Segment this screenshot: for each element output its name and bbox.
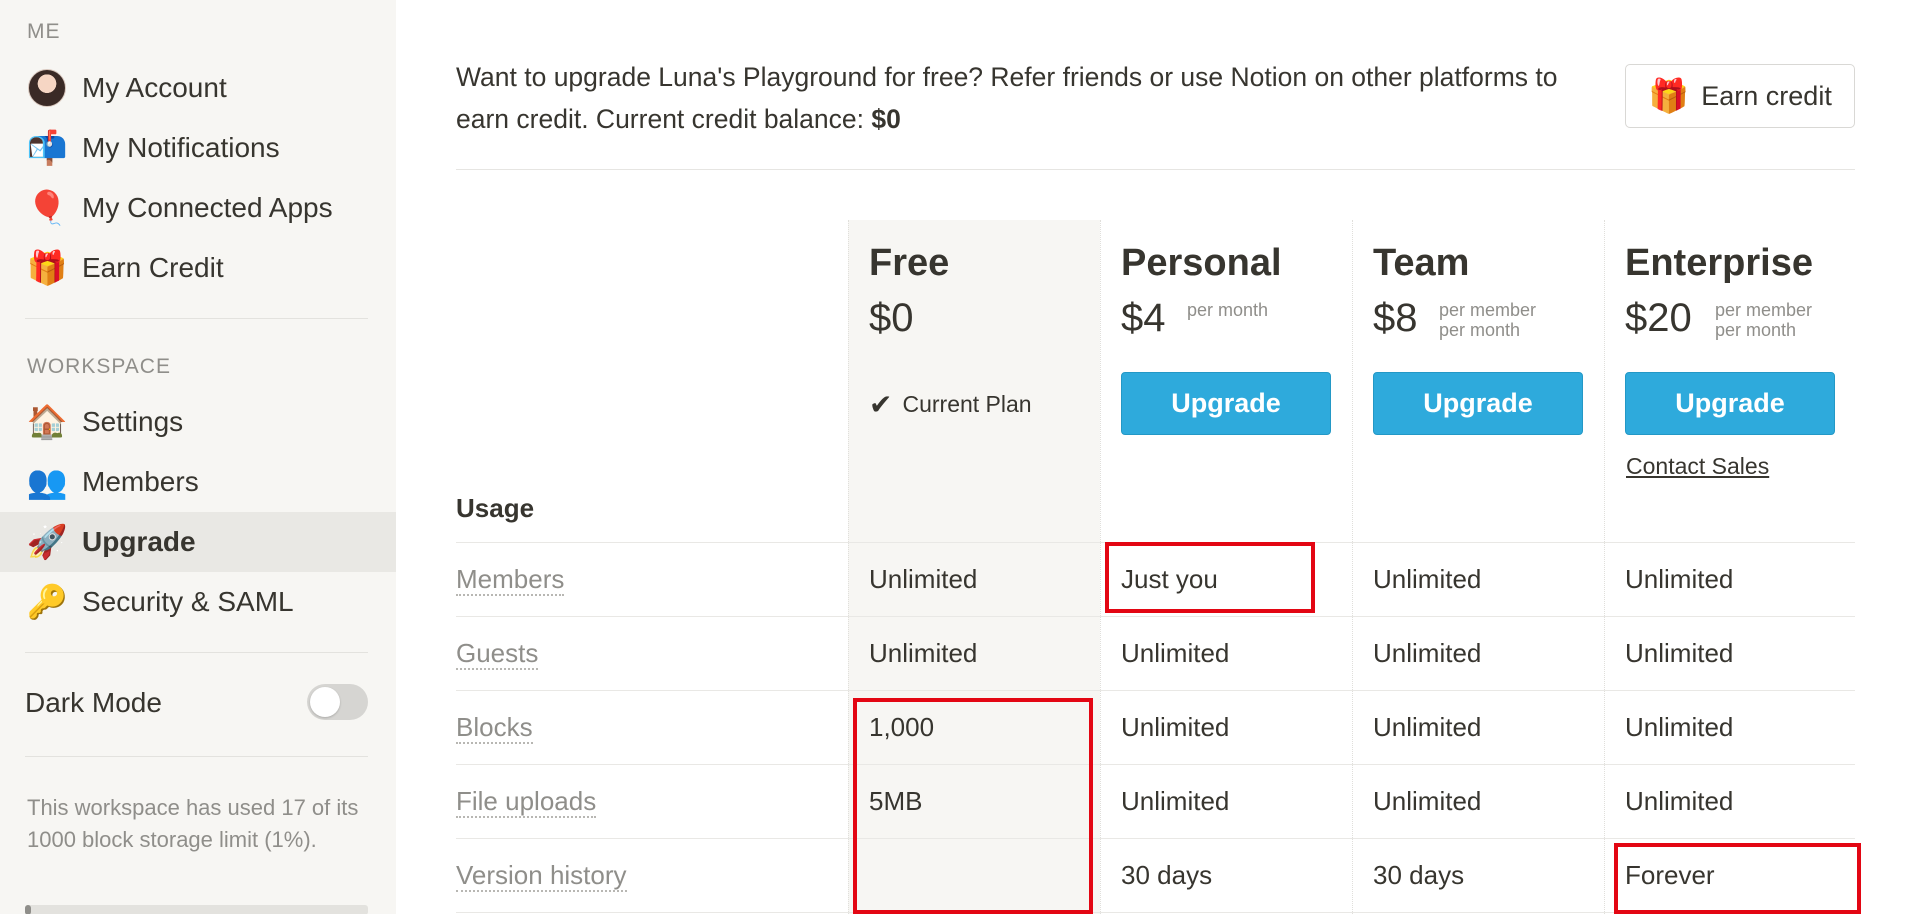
plan-period-line: per month <box>1715 320 1797 340</box>
sidebar: ME My Account 📬 My Notifications 🎈 My Co… <box>0 0 396 914</box>
current-plan-indicator: ✔ Current Plan <box>869 388 1032 421</box>
sidebar-item-security-saml[interactable]: 🔑 Security & SAML <box>0 572 396 632</box>
key-icon: 🔑 <box>26 582 68 621</box>
sidebar-item-my-account[interactable]: My Account <box>0 58 396 118</box>
plan-price-enterprise: $20 <box>1625 296 1692 340</box>
plan-period-enterprise: per member per month <box>1715 300 1812 340</box>
gift-icon: 🎁 <box>26 248 68 287</box>
checkmark-icon: ✔ <box>869 388 893 421</box>
sidebar-divider <box>25 652 368 653</box>
dark-mode-label: Dark Mode <box>25 687 162 718</box>
table-cell: Unlimited <box>869 638 978 668</box>
table-cell: Unlimited <box>1625 786 1734 816</box>
people-icon: 👥 <box>26 462 68 501</box>
sidebar-item-earn-credit[interactable]: 🎁 Earn Credit <box>0 238 396 298</box>
feature-version-history[interactable]: Version history <box>456 860 627 892</box>
sidebar-item-label: My Connected Apps <box>82 192 333 223</box>
plan-name-free: Free <box>869 242 950 284</box>
table-cell: Unlimited <box>1373 712 1482 742</box>
table-cell: Unlimited <box>1625 638 1734 668</box>
upgrade-enterprise-button[interactable]: Upgrade <box>1625 372 1835 435</box>
plan-price-team: $8 <box>1373 296 1418 340</box>
feature-blocks[interactable]: Blocks <box>456 712 533 744</box>
earn-credit-label: Earn credit <box>1701 80 1832 111</box>
mailbox-icon: 📬 <box>26 128 68 167</box>
section-label-me: ME <box>27 20 61 43</box>
section-label-workspace: WORKSPACE <box>27 355 171 378</box>
sidebar-item-my-notifications[interactable]: 📬 My Notifications <box>0 118 396 178</box>
sidebar-item-label: Upgrade <box>82 526 196 557</box>
sidebar-item-label: My Notifications <box>82 132 280 163</box>
contact-sales-link[interactable]: Contact Sales <box>1626 453 1769 480</box>
plan-period-line: per month <box>1439 320 1521 340</box>
table-cell: Unlimited <box>1121 638 1230 668</box>
plan-name-enterprise: Enterprise <box>1625 242 1813 284</box>
credit-balance: $0 <box>871 104 901 134</box>
upgrade-team-button[interactable]: Upgrade <box>1373 372 1583 435</box>
gift-icon: 🎁 <box>1648 76 1690 115</box>
plan-price-free: $0 <box>869 296 914 340</box>
dark-mode-toggle[interactable] <box>307 684 368 720</box>
earn-credit-button[interactable]: 🎁 Earn credit <box>1625 64 1855 128</box>
plan-period-line: per month <box>1187 300 1269 320</box>
column-divider <box>1352 220 1353 914</box>
plan-period-line: per member <box>1715 300 1813 320</box>
table-cell: Unlimited <box>1625 712 1734 742</box>
sidebar-item-my-connected-apps[interactable]: 🎈 My Connected Apps <box>0 178 396 238</box>
sidebar-divider <box>25 756 368 757</box>
row-divider <box>456 764 1855 765</box>
sidebar-item-upgrade[interactable]: 🚀 Upgrade <box>0 512 396 572</box>
feature-members[interactable]: Members <box>456 564 565 596</box>
table-cell: 30 days <box>1121 860 1213 890</box>
highlight-box-free-limits <box>853 698 1093 914</box>
plan-name-personal: Personal <box>1121 242 1282 284</box>
row-divider <box>456 838 1855 839</box>
table-cell: Unlimited <box>1121 786 1230 816</box>
highlight-box-forever <box>1614 843 1861 914</box>
avatar <box>25 69 69 107</box>
block-usage-bar-fill <box>25 905 31 914</box>
column-divider <box>1604 220 1605 914</box>
sidebar-divider <box>25 318 368 319</box>
feature-file-uploads[interactable]: File uploads <box>456 786 597 818</box>
table-cell: Unlimited <box>1373 564 1482 594</box>
current-plan-label: Current Plan <box>902 391 1032 417</box>
row-divider <box>456 690 1855 691</box>
upgrade-personal-button[interactable]: Upgrade <box>1121 372 1331 435</box>
balloon-icon: 🎈 <box>26 188 68 227</box>
sidebar-item-members[interactable]: 👥 Members <box>0 452 396 512</box>
sidebar-item-settings[interactable]: 🏠 Settings <box>0 392 396 452</box>
plan-period-line: per member <box>1439 300 1537 320</box>
column-divider <box>1100 220 1101 914</box>
sidebar-item-label: Security & SAML <box>82 586 294 617</box>
highlight-box-just-you <box>1105 542 1315 613</box>
header-divider <box>456 169 1855 170</box>
table-cell: Unlimited <box>1373 786 1482 816</box>
column-divider <box>848 220 849 914</box>
plan-price-personal: $4 <box>1121 296 1166 340</box>
table-cell: Unlimited <box>1121 712 1230 742</box>
row-divider <box>456 616 1855 617</box>
sidebar-item-label: Settings <box>82 406 184 437</box>
table-cell: 30 days <box>1373 860 1465 890</box>
credit-message-text: Want to upgrade Luna's Playground for fr… <box>456 62 1558 134</box>
rocket-icon: 🚀 <box>26 522 68 561</box>
credit-message: Want to upgrade Luna's Playground for fr… <box>456 56 1591 140</box>
house-icon: 🏠 <box>26 402 68 441</box>
table-cell: Unlimited <box>1625 564 1734 594</box>
plan-name-team: Team <box>1373 242 1470 284</box>
usage-header: Usage <box>456 493 535 523</box>
block-usage-bar <box>25 905 368 914</box>
plan-period-personal: per month <box>1187 300 1268 320</box>
plan-period-team: per member per month <box>1439 300 1536 340</box>
table-cell: Unlimited <box>869 564 978 594</box>
sidebar-item-label: Earn Credit <box>82 252 224 283</box>
sidebar-item-label: Members <box>82 466 199 497</box>
toggle-knob <box>310 687 340 717</box>
sidebar-item-label: My Account <box>82 72 227 103</box>
block-usage-text: This workspace has used 17 of its 1000 b… <box>27 795 359 852</box>
table-cell: Unlimited <box>1373 638 1482 668</box>
feature-guests[interactable]: Guests <box>456 638 539 670</box>
